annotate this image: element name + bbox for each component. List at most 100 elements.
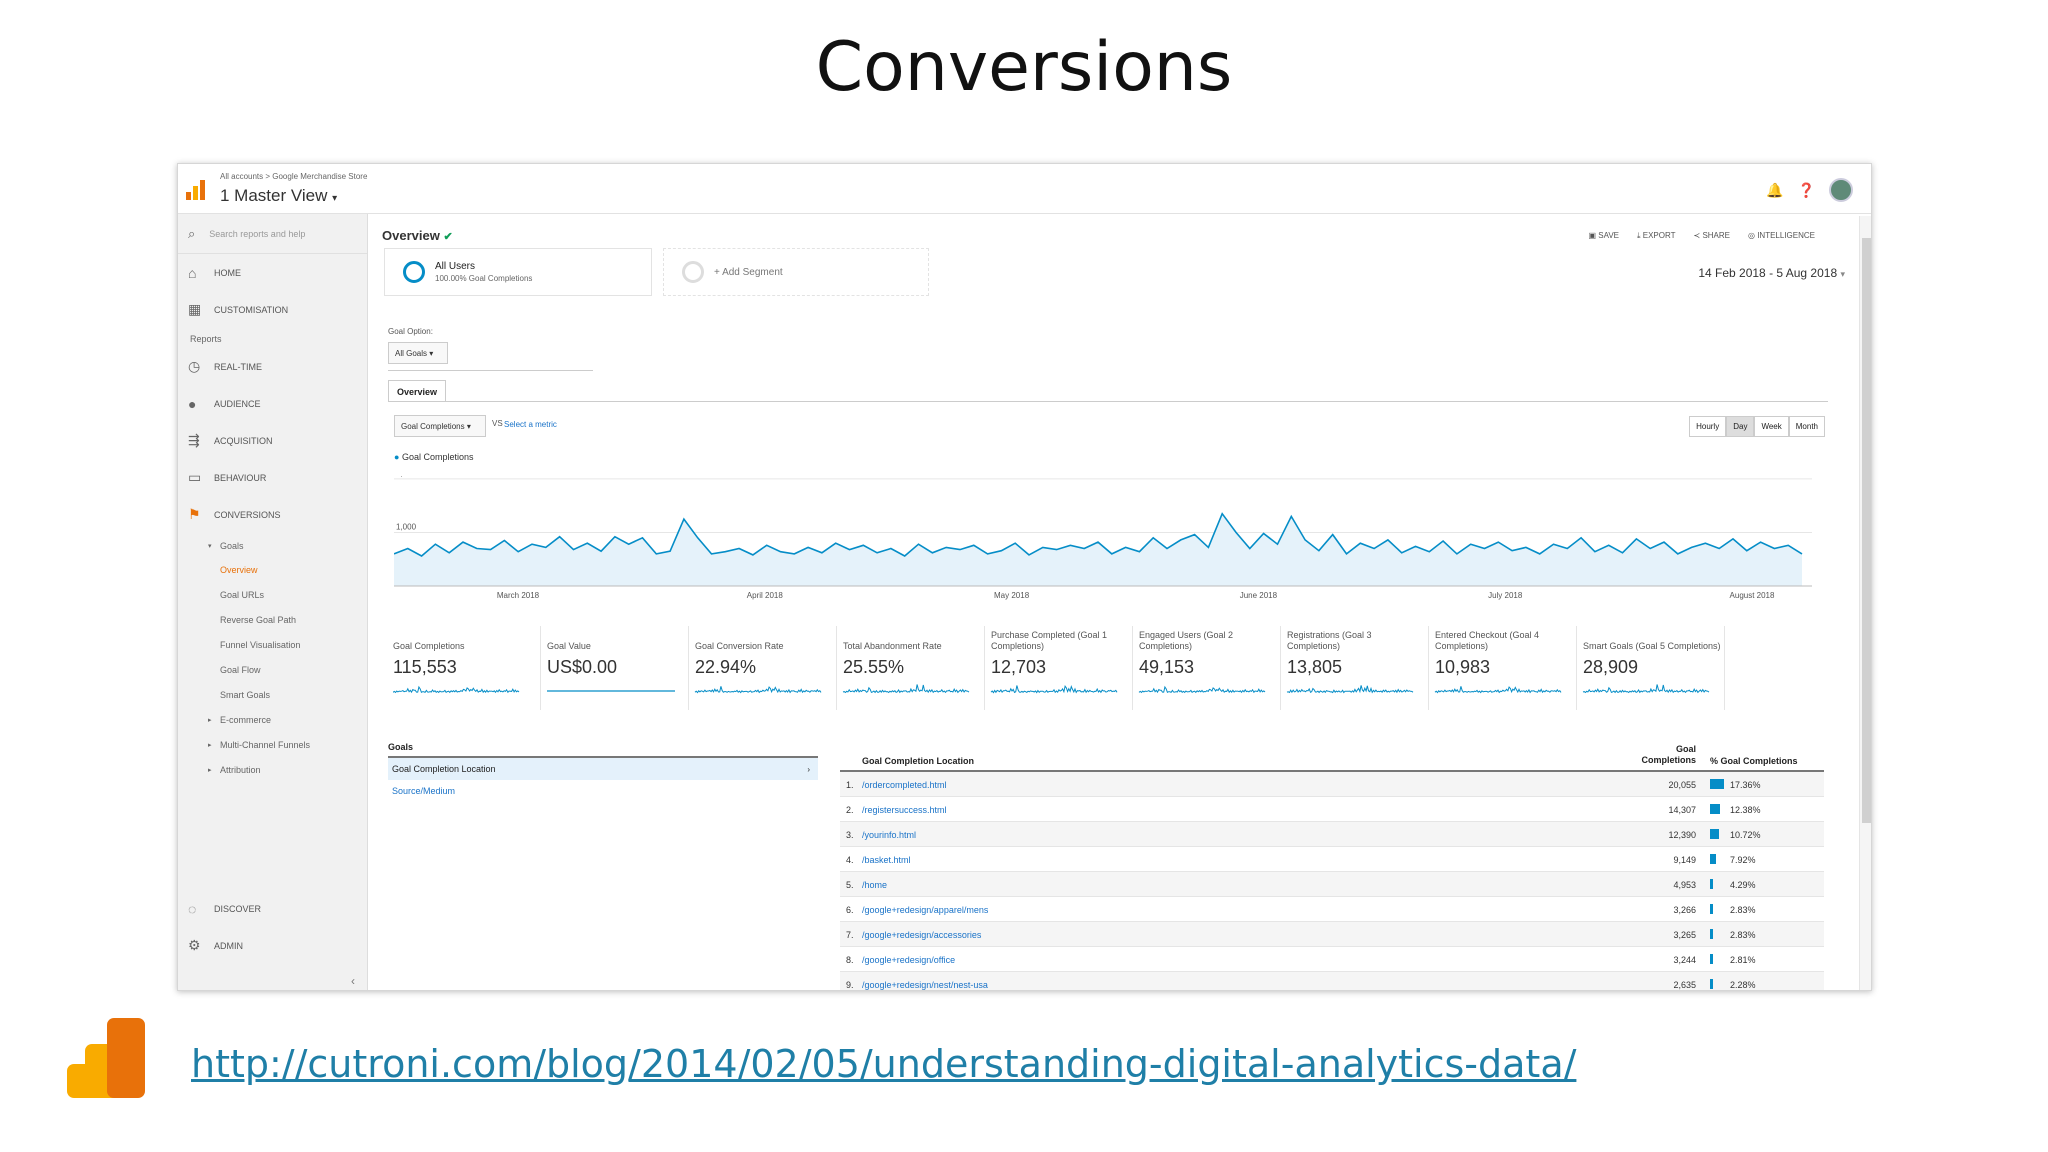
x-tick-label: April 2018 — [747, 591, 784, 600]
column-header-percent[interactable]: % Goal Completions — [1710, 756, 1798, 766]
help-icon[interactable]: ❓ — [1798, 182, 1815, 199]
granularity-toggle: Hourly Day Week Month — [1689, 416, 1825, 437]
save-button[interactable]: ▣ SAVE — [1588, 231, 1619, 241]
column-header-location[interactable]: Goal Completion Location — [862, 756, 974, 766]
row-path-link[interactable]: /google+redesign/office — [862, 955, 955, 965]
sidebar-item-conversions[interactable]: ⚑ CONVERSIONS — [178, 496, 367, 533]
lightbulb-icon: ◌ — [188, 900, 197, 917]
page-title: Overview ✔ — [382, 228, 453, 243]
metric-select[interactable]: Goal Completions ▾ — [394, 415, 486, 437]
report-actions: ▣ SAVE ⤓ EXPORT ≺ SHARE ◎ INTELLIGENCE — [1588, 231, 1815, 241]
tab-overview[interactable]: Overview — [388, 380, 446, 402]
share-button[interactable]: ≺ SHARE — [1694, 231, 1731, 241]
sidebar-item-attribution[interactable]: ▸ Attribution — [178, 757, 367, 782]
x-tick-label: July 2018 — [1488, 591, 1523, 600]
caret-right-icon: ▸ — [208, 766, 212, 774]
sidebar-item-funnel-visualisation[interactable]: Funnel Visualisation — [178, 632, 367, 657]
row-path-link[interactable]: /basket.html — [862, 855, 911, 865]
metric-card[interactable]: Engaged Users (Goal 2 Completions) 49,153 — [1133, 626, 1281, 710]
select-metric-link[interactable]: Select a metric — [504, 420, 557, 429]
bell-icon[interactable]: 🔔 — [1766, 182, 1783, 199]
row-share-bar — [1710, 904, 1713, 914]
sidebar-item-goal-flow[interactable]: Goal Flow — [178, 657, 367, 682]
sidebar-item-customisation[interactable]: ▦ CUSTOMISATION — [178, 291, 367, 328]
analytics-logo-icon[interactable] — [184, 178, 208, 202]
metric-card[interactable]: Total Abandonment Rate 25.55% — [837, 626, 985, 710]
metric-card[interactable]: Goal Value US$0.00 — [541, 626, 689, 710]
search-icon: ⌕ — [188, 225, 196, 241]
hourly-button[interactable]: Hourly — [1689, 416, 1727, 437]
sidebar-item-goal-urls[interactable]: Goal URLs — [178, 582, 367, 607]
metric-value: 28,909 — [1583, 657, 1639, 677]
sidebar-item-ecommerce[interactable]: ▸ E-commerce — [178, 707, 367, 732]
metric-card[interactable]: Goal Conversion Rate 22.94% — [689, 626, 837, 710]
y-tick-label: 1,000 — [396, 522, 417, 531]
row-path-link[interactable]: /google+redesign/nest/nest-usa — [862, 980, 988, 990]
chevron-right-icon: › — [807, 764, 810, 774]
source-link[interactable]: http://cutroni.com/blog/2014/02/05/under… — [191, 1042, 1576, 1086]
sidebar-item-goals[interactable]: ▾ Goals — [178, 533, 367, 558]
row-path-link[interactable]: /home — [862, 880, 887, 890]
sidebar-item-acquisition[interactable]: ⇶ ACQUISITION — [178, 422, 367, 459]
scrollbar-thumb[interactable] — [1862, 238, 1871, 823]
segment-all-users[interactable]: All Users 100.00% Goal Completions — [384, 248, 652, 296]
top-bar: All accounts > Google Merchandise Store … — [178, 164, 1871, 214]
row-path-link[interactable]: /google+redesign/apparel/mens — [862, 905, 988, 915]
goal-completion-location-item[interactable]: Goal Completion Location › — [388, 756, 818, 780]
sidebar-item-audience[interactable]: ● AUDIENCE — [178, 385, 367, 422]
analytics-screenshot: All accounts > Google Merchandise Store … — [177, 163, 1872, 991]
caret-down-icon: ▾ — [332, 193, 338, 204]
row-path-link[interactable]: /yourinfo.html — [862, 830, 916, 840]
metric-card[interactable]: Goal Completions 115,553 — [393, 626, 541, 710]
metric-label: Registrations (Goal 3 Completions) — [1287, 630, 1372, 651]
sidebar-item-smart-goals[interactable]: Smart Goals — [178, 682, 367, 707]
table-row: 4. /basket.html 9,149 7.92% — [840, 847, 1824, 872]
row-percent: 10.72% — [1730, 830, 1761, 840]
breadcrumb[interactable]: All accounts > Google Merchandise Store — [220, 172, 367, 181]
view-selector[interactable]: 1 Master View ▾ — [220, 186, 337, 206]
day-button[interactable]: Day — [1726, 416, 1755, 437]
sidebar-item-reverse-goal-path[interactable]: Reverse Goal Path — [178, 607, 367, 632]
row-value: 20,055 — [1668, 780, 1696, 790]
sidebar-item-admin[interactable]: ⚙ ADMIN — [178, 927, 367, 964]
column-header-completions[interactable]: Goal Completions — [1636, 744, 1696, 766]
row-path-link[interactable]: /google+redesign/accessories — [862, 930, 981, 940]
add-segment-button[interactable]: + Add Segment — [663, 248, 929, 296]
avatar[interactable] — [1829, 178, 1853, 202]
table-row: 6. /google+redesign/apparel/mens 3,266 2.83… — [840, 897, 1824, 922]
row-number: 1. — [846, 780, 854, 790]
date-range-picker[interactable]: 14 Feb 2018 - 5 Aug 2018 ▾ — [1698, 266, 1845, 280]
caret-down-icon: ▾ — [429, 348, 434, 358]
metric-card[interactable]: Registrations (Goal 3 Completions) 13,805 — [1281, 626, 1429, 710]
metric-card[interactable]: Entered Checkout (Goal 4 Completions) 10,… — [1429, 626, 1577, 710]
source-medium-link[interactable]: Source/Medium — [388, 780, 818, 802]
row-number: 2. — [846, 805, 854, 815]
x-tick-label: June 2018 — [1240, 591, 1278, 600]
page-title-text: Overview — [382, 228, 440, 243]
metric-value: 22.94% — [695, 657, 757, 677]
metric-card[interactable]: Smart Goals (Goal 5 Completions) 28,909 — [1577, 626, 1725, 710]
row-path-link[interactable]: /registersuccess.html — [862, 805, 947, 815]
metric-label: Engaged Users (Goal 2 Completions) — [1139, 630, 1234, 651]
row-path-link[interactable]: /ordercompleted.html — [862, 780, 947, 790]
sidebar-item-discover[interactable]: ◌ DISCOVER — [178, 890, 367, 927]
sidebar-item-home[interactable]: ⌂ HOME — [178, 254, 367, 291]
scrollbar[interactable] — [1859, 216, 1871, 990]
search-input[interactable]: ⌕ Search reports and help — [178, 214, 367, 254]
sidebar-item-multichannel[interactable]: ▸ Multi-Channel Funnels — [178, 732, 367, 757]
sidebar-item-label: HOME — [214, 267, 241, 278]
export-button[interactable]: ⤓ EXPORT — [1637, 231, 1676, 241]
month-button[interactable]: Month — [1788, 416, 1825, 437]
row-value: 9,149 — [1673, 855, 1696, 865]
save-label: SAVE — [1598, 231, 1619, 240]
empty-segment-icon — [682, 261, 704, 283]
metric-card[interactable]: Purchase Completed (Goal 1 Completions) 1… — [985, 626, 1133, 710]
sparkline-line — [842, 684, 970, 694]
collapse-sidebar-icon[interactable]: ‹ — [351, 974, 355, 988]
week-button[interactable]: Week — [1754, 416, 1789, 437]
sidebar-item-realtime[interactable]: ◷ REAL-TIME — [178, 348, 367, 385]
sidebar-item-overview[interactable]: Overview — [178, 557, 367, 582]
goal-option-select[interactable]: All Goals ▾ — [388, 342, 448, 364]
intelligence-button[interactable]: ◎ INTELLIGENCE — [1748, 231, 1815, 241]
sidebar-item-behaviour[interactable]: ▭ BEHAVIOUR — [178, 459, 367, 496]
